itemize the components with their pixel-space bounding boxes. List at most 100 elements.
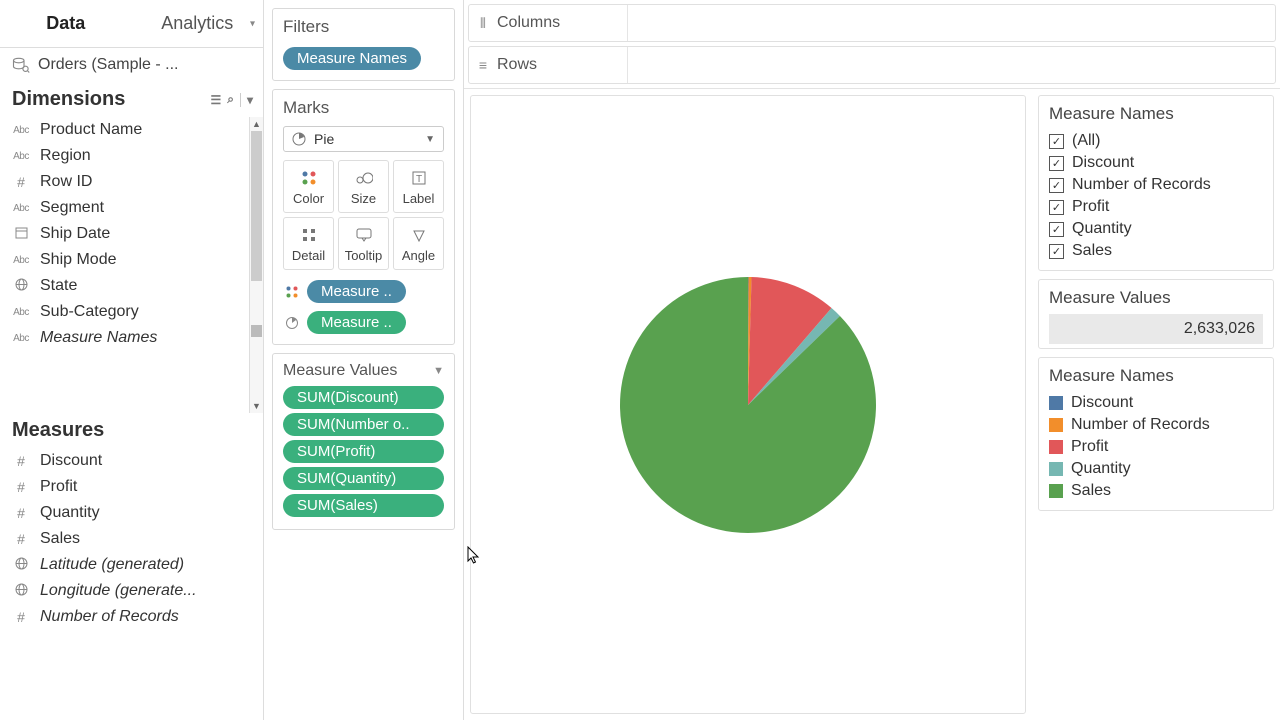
columns-label: Columns (497, 14, 627, 32)
measure-values-title: Measure Values (283, 362, 397, 380)
tab-analytics[interactable]: Analytics ▾ (132, 0, 264, 47)
field-label: Ship Mode (40, 251, 117, 269)
field-number-of-records[interactable]: #Number of Records (0, 604, 263, 630)
legend-item-profit[interactable]: Profit (1049, 436, 1263, 458)
filter-item-label: Quantity (1072, 220, 1132, 238)
field-row-id[interactable]: #Row ID (0, 169, 263, 195)
field-profit[interactable]: #Profit (0, 474, 263, 500)
scrollbar-thumb[interactable] (251, 131, 262, 281)
color-icon (286, 167, 331, 189)
size-icon (341, 167, 386, 189)
columns-drop-zone[interactable] (627, 5, 1275, 41)
filter-item-label: Profit (1072, 198, 1109, 216)
field-discount[interactable]: #Discount (0, 448, 263, 474)
field-label: Sales (40, 530, 80, 548)
dimensions-title: Dimensions (12, 88, 125, 111)
filter-item-label: Discount (1072, 154, 1134, 172)
filter-pill-measure-names[interactable]: Measure Names (283, 47, 421, 70)
filter-check-quantity[interactable]: ✓Quantity (1049, 218, 1263, 240)
analytics-dropdown-icon[interactable]: ▾ (250, 18, 255, 29)
chevron-down-icon[interactable]: ▼ (433, 365, 444, 377)
field-region[interactable]: AbcRegion (0, 143, 263, 169)
legend-label: Discount (1071, 394, 1133, 412)
legend-item-quantity[interactable]: Quantity (1049, 458, 1263, 480)
legend-label: Number of Records (1071, 416, 1210, 434)
viz-canvas[interactable] (470, 95, 1026, 714)
marks-tooltip-button[interactable]: Tooltip (338, 217, 389, 270)
mv-pill[interactable]: SUM(Discount) (283, 386, 444, 409)
measure-values-panel-title: Measure Values (1049, 288, 1263, 308)
mark-pill-row[interactable]: Measure .. (283, 309, 444, 336)
detail-icon (286, 224, 331, 246)
datasource-name: Orders (Sample - ... (38, 56, 178, 74)
legend-label: Profit (1071, 438, 1108, 456)
mark-type-label: Pie (314, 131, 334, 147)
view-list-icon[interactable]: ☰ (210, 93, 221, 107)
marks-color-button[interactable]: Color (283, 160, 334, 213)
filter-check-discount[interactable]: ✓Discount (1049, 152, 1263, 174)
field-longitude-generate-[interactable]: Longitude (generate... (0, 578, 263, 604)
tooltip-icon (341, 224, 386, 246)
scroll-down-icon[interactable]: ▼ (250, 399, 263, 413)
dimensions-menu-icon[interactable]: ▾ (240, 93, 253, 107)
mark-type-selector[interactable]: Pie ▼ (283, 126, 444, 152)
mark-pill[interactable]: Measure .. (307, 280, 406, 303)
field-product-name[interactable]: AbcProduct Name (0, 117, 263, 143)
legend-item-sales[interactable]: Sales (1049, 480, 1263, 502)
mark-pill[interactable]: Measure .. (307, 311, 406, 334)
mv-pill[interactable]: SUM(Profit) (283, 440, 444, 463)
columns-shelf[interactable]: ⦀ Columns (468, 4, 1276, 42)
field-ship-mode[interactable]: AbcShip Mode (0, 247, 263, 273)
rows-shelf[interactable]: ≡ Rows (468, 46, 1276, 84)
field-state[interactable]: State (0, 273, 263, 299)
legend-swatch (1049, 462, 1063, 476)
scrollbar-divider[interactable] (251, 325, 262, 337)
search-icon[interactable]: ⌕ (227, 92, 234, 107)
field-label: Row ID (40, 173, 92, 191)
color-icon (283, 285, 301, 299)
field-measure-names[interactable]: AbcMeasure Names (0, 325, 263, 351)
field-label: Region (40, 147, 91, 165)
field-sales[interactable]: #Sales (0, 526, 263, 552)
marks-label-button[interactable]: TLabel (393, 160, 444, 213)
field-sub-category[interactable]: AbcSub-Category (0, 299, 263, 325)
mark-pill-row[interactable]: Measure .. (283, 278, 444, 305)
field-label: Number of Records (40, 608, 179, 626)
scroll-up-icon[interactable]: ▲ (250, 117, 263, 131)
tab-analytics-label: Analytics (161, 13, 233, 34)
mv-pill[interactable]: SUM(Quantity) (283, 467, 444, 490)
legend-swatch (1049, 440, 1063, 454)
checkbox-icon: ✓ (1049, 178, 1064, 193)
dimensions-list: AbcProduct NameAbcRegion#Row IDAbcSegmen… (0, 117, 263, 413)
mv-pill[interactable]: SUM(Sales) (283, 494, 444, 517)
mv-pill[interactable]: SUM(Number o.. (283, 413, 444, 436)
rows-icon: ≡ (469, 57, 497, 73)
marks-angle-button[interactable]: Angle (393, 217, 444, 270)
measure-names-filter-panel: Measure Names ✓(All)✓Discount✓Number of … (1038, 95, 1274, 271)
field-latitude-generated-[interactable]: Latitude (generated) (0, 552, 263, 578)
measures-header: Measures (0, 413, 263, 448)
pie-chart (618, 275, 878, 535)
filter-check--all-[interactable]: ✓(All) (1049, 130, 1263, 152)
legend-swatch (1049, 418, 1063, 432)
measures-title: Measures (12, 419, 104, 442)
filter-check-sales[interactable]: ✓Sales (1049, 240, 1263, 262)
tab-data[interactable]: Data (0, 0, 132, 47)
field-quantity[interactable]: #Quantity (0, 500, 263, 526)
rows-drop-zone[interactable] (627, 47, 1275, 83)
filter-item-label: (All) (1072, 132, 1100, 150)
filter-check-number-of-records[interactable]: ✓Number of Records (1049, 174, 1263, 196)
legend-item-number-of-records[interactable]: Number of Records (1049, 414, 1263, 436)
field-label: Latitude (generated) (40, 556, 184, 574)
datasource-row[interactable]: Orders (Sample - ... (0, 48, 263, 82)
filter-check-profit[interactable]: ✓Profit (1049, 196, 1263, 218)
field-ship-date[interactable]: Ship Date (0, 221, 263, 247)
filters-title: Filters (283, 17, 444, 37)
columns-icon: ⦀ (469, 15, 497, 32)
marks-detail-button[interactable]: Detail (283, 217, 334, 270)
side-panel: Measure Names ✓(All)✓Discount✓Number of … (1032, 89, 1280, 720)
marks-size-button[interactable]: Size (338, 160, 389, 213)
field-segment[interactable]: AbcSegment (0, 195, 263, 221)
field-label: Quantity (40, 504, 100, 522)
legend-item-discount[interactable]: Discount (1049, 392, 1263, 414)
